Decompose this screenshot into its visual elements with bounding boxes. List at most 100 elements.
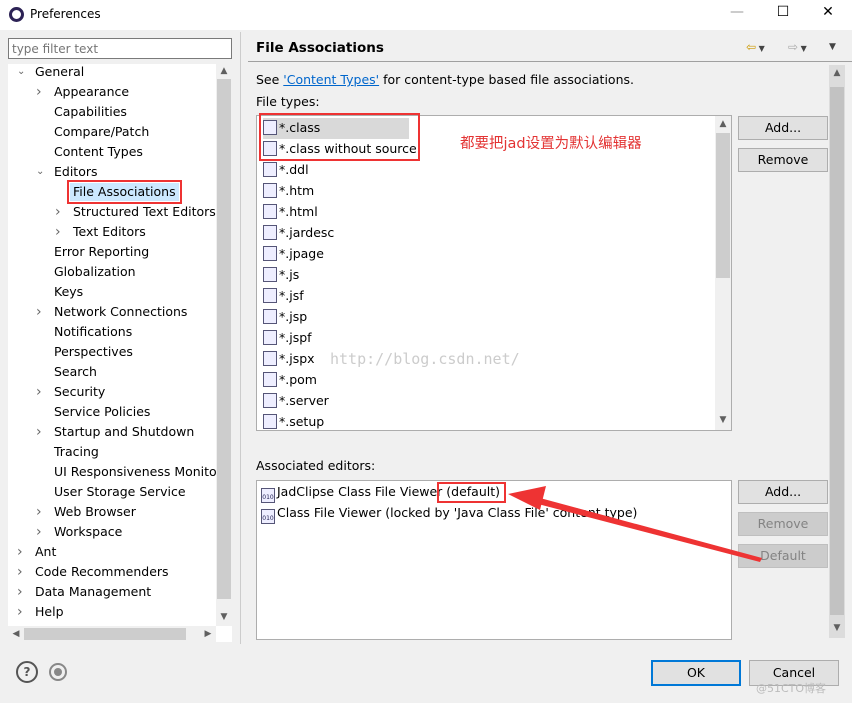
file-types-scrollbar[interactable]: ▲ ▼ [715,116,731,430]
file-type-row[interactable]: *.html [263,202,318,223]
tree-item[interactable]: User Storage Service [8,483,216,503]
file-type-row[interactable]: *.js [263,265,299,286]
tree-item[interactable]: File Associations [8,180,216,204]
tree-item-label: Code Recommenders [35,564,169,579]
view-menu-icon[interactable]: ▼ [829,42,836,52]
file-icon [263,414,277,429]
forward-icon[interactable]: ⇨ ▼ [788,40,807,54]
associated-editors-label: Associated editors: [256,458,376,473]
eclipse-icon [9,7,24,22]
file-type-label: *.jardesc [279,225,335,240]
file-type-row[interactable]: *.jsp [263,307,307,328]
back-icon[interactable]: ⇦ ▼ [746,40,765,54]
class-file-icon: 010 [261,488,275,503]
tree-item[interactable]: › Security [8,383,216,403]
file-type-row[interactable]: *.pom [263,370,317,391]
collapsed-arrow-icon[interactable]: › [17,543,23,561]
tree-item-label: General [35,64,85,79]
expanded-arrow-icon[interactable]: ⌄ [17,63,25,81]
collapsed-arrow-icon[interactable]: › [17,583,23,601]
maximize-button[interactable]: ☐ [771,4,795,24]
file-type-row[interactable]: *.jspx [263,349,315,370]
preference-tree: ⌄ General › Appearance Capabilities Compare/P… [8,64,232,642]
tree-item[interactable]: Perspectives [8,343,216,363]
tree-item[interactable]: Service Policies [8,403,216,423]
file-type-row[interactable]: *.setup [263,412,325,430]
tree-item[interactable]: Notifications [8,323,216,343]
collapsed-arrow-icon[interactable]: › [55,223,61,241]
tree-item[interactable]: ⌄ Editors [8,163,216,183]
tree-item[interactable]: › Appearance [8,83,216,103]
file-icon [263,372,277,387]
collapsed-arrow-icon[interactable]: › [55,203,61,221]
collapsed-arrow-icon[interactable]: › [36,303,42,321]
tree-item[interactable]: UI Responsiveness Monitori [8,463,225,483]
collapsed-arrow-icon[interactable]: › [17,563,23,581]
file-type-row[interactable]: *.jardesc [263,223,334,244]
file-type-row[interactable]: *.jpage [263,244,324,265]
close-button[interactable]: ✕ [816,4,840,24]
file-icon [263,288,277,303]
remove-file-type-button[interactable]: Remove [738,148,828,172]
tree-item[interactable]: › Workspace [8,523,216,543]
tree-item[interactable]: › Code Recommenders [8,563,216,583]
tree-item[interactable]: › Web Browser [8,503,216,523]
expanded-arrow-icon[interactable]: ⌄ [36,163,44,181]
collapsed-arrow-icon[interactable]: › [17,603,23,621]
file-icon [263,330,277,345]
tree-item[interactable]: › Network Connections [8,303,216,323]
tree-item[interactable]: Capabilities [8,103,216,123]
class-file-icon: 010 [261,509,275,524]
file-icon [263,162,277,177]
record-icon[interactable] [49,663,67,681]
file-type-row[interactable]: *.server [263,391,329,412]
tree-item[interactable]: › Text Editors [8,223,216,243]
tree-horizontal-scrollbar[interactable]: ◀ ▶ [8,626,216,642]
file-type-label: *.setup [279,414,325,429]
tree-item[interactable]: › Startup and Shutdown [8,423,216,443]
file-icon [263,309,277,324]
tree-item[interactable]: Content Types [8,143,216,163]
page-vertical-scrollbar[interactable]: ▲ ▼ [829,65,845,638]
ok-button[interactable]: OK [651,660,741,686]
tree-item[interactable]: Compare/Patch [8,123,216,143]
tree-item[interactable]: › Structured Text Editors [8,203,216,223]
tree-item[interactable]: ⌄ General [8,63,216,83]
add-file-type-button[interactable]: Add... [738,116,828,140]
tree-item[interactable]: › Ant [8,543,216,563]
tree-item[interactable]: Globalization [8,263,216,283]
collapsed-arrow-icon[interactable]: › [36,383,42,401]
intro-text: See 'Content Types' for content-type bas… [256,72,634,87]
file-type-row[interactable]: *.jspf [263,328,312,349]
collapsed-arrow-icon[interactable]: › [36,523,42,541]
tree-item-label: Perspectives [54,344,133,359]
file-type-label: *.jsf [279,288,304,303]
collapsed-arrow-icon[interactable]: › [36,423,42,441]
tree-item[interactable]: Tracing [8,443,216,463]
tree-item-label: Editors [54,164,98,179]
help-icon[interactable]: ? [16,661,38,683]
tree-vertical-scrollbar[interactable]: ▲ ▼ [216,64,232,626]
collapsed-arrow-icon[interactable]: › [36,503,42,521]
file-type-row[interactable]: *.jsf [263,286,304,307]
file-types-list[interactable]: *.class *.class without source *.ddl *.htm *… [256,115,732,431]
tree-item[interactable]: Search [8,363,216,383]
filter-input[interactable] [8,38,232,59]
file-type-row[interactable]: *.htm [263,181,314,202]
tree-item[interactable]: › Help [8,603,216,623]
tree-item[interactable]: Error Reporting [8,243,216,263]
file-icon [263,246,277,261]
intro-pre: See [256,72,284,87]
tree-item-label: Data Management [35,584,152,599]
file-type-label: *.ddl [279,162,309,177]
content-types-link[interactable]: 'Content Types' [283,72,379,87]
tree-item[interactable]: Keys [8,283,216,303]
collapsed-arrow-icon[interactable]: › [36,83,42,101]
file-type-row[interactable]: *.ddl [263,160,309,181]
tree-item-label: Network Connections [54,304,188,319]
minimize-button[interactable]: — [725,4,749,24]
sash-divider[interactable] [240,32,241,644]
file-type-label: *.html [279,204,318,219]
file-type-label: *.jspx [279,351,315,366]
tree-item[interactable]: › Data Management [8,583,216,603]
